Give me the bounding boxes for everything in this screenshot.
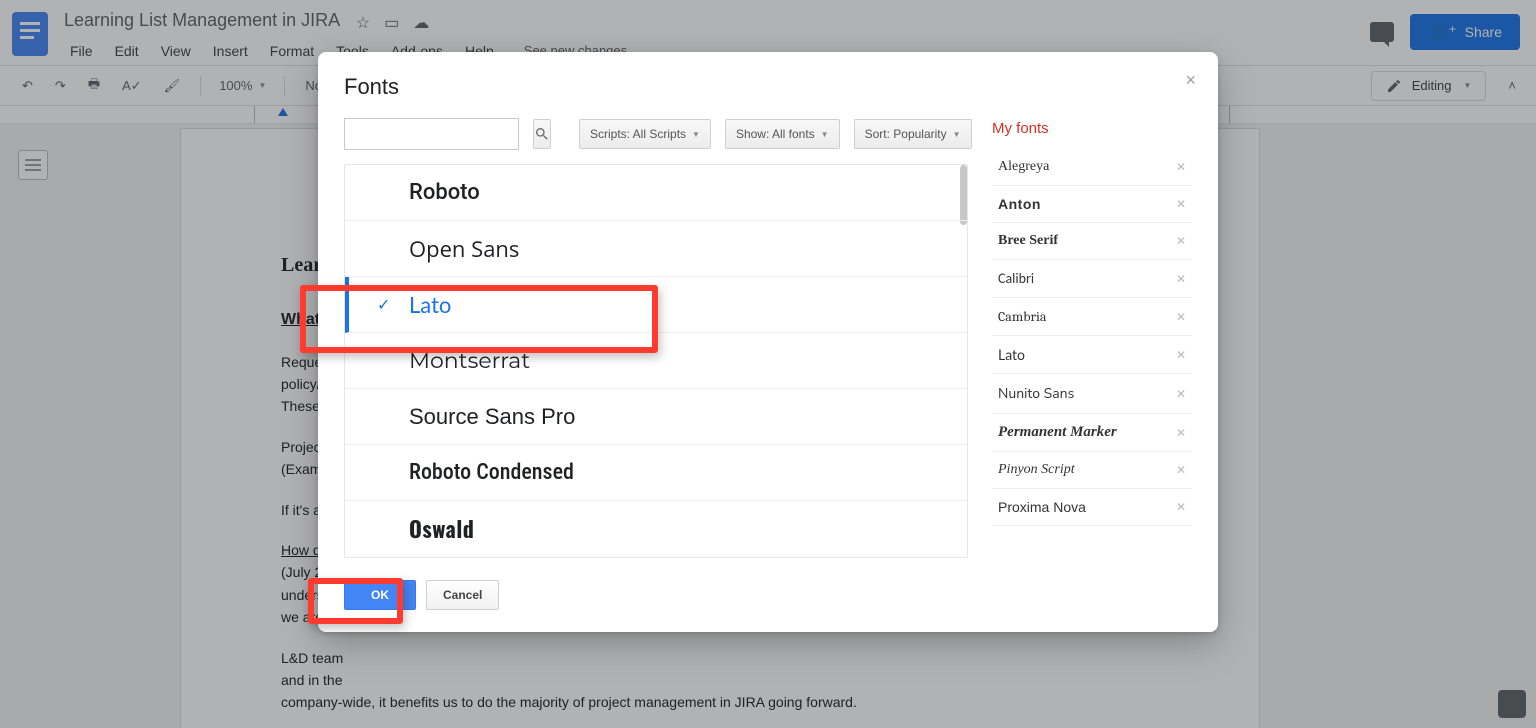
myfont-item[interactable]: Calibri ✕	[992, 260, 1192, 298]
myfont-label: Pinyon Script	[998, 462, 1075, 478]
font-option-label: Roboto	[409, 180, 480, 205]
show-filter-dropdown[interactable]: Show: All fonts ▼	[725, 119, 840, 149]
font-option[interactable]: Oswald	[345, 501, 967, 557]
myfont-item[interactable]: Proxima Nova ✕	[992, 489, 1192, 526]
remove-font-button[interactable]: ✕	[1176, 272, 1186, 286]
myfont-item[interactable]: Alegreya ✕	[992, 149, 1192, 186]
font-option-label: Open Sans	[409, 234, 519, 264]
remove-font-button[interactable]: ✕	[1176, 426, 1186, 440]
myfont-label: Bree Serif	[998, 233, 1058, 249]
dialog-title: Fonts	[344, 74, 1192, 100]
myfont-label: Cambria	[998, 308, 1047, 325]
myfont-label: Proxima Nova	[998, 499, 1086, 515]
chevron-down-icon: ▼	[953, 130, 961, 139]
show-filter-label: Show: All fonts	[736, 127, 815, 141]
myfont-item[interactable]: Lato ✕	[992, 336, 1192, 374]
myfont-item[interactable]: Permanent Marker ✕	[992, 414, 1192, 452]
remove-font-button[interactable]: ✕	[1176, 234, 1186, 248]
chevron-down-icon: ▼	[692, 130, 700, 139]
myfonts-list: Alegreya✕Anton✕Bree Serif✕Calibri✕Cambri…	[992, 149, 1192, 526]
scripts-filter-dropdown[interactable]: Scripts: All Scripts ▼	[579, 119, 711, 149]
remove-font-button[interactable]: ✕	[1176, 160, 1186, 174]
font-list[interactable]: Roboto Open Sans ✓ Lato Montserrat Source San…	[344, 164, 968, 558]
font-option-label: Lato	[409, 291, 451, 318]
myfont-label: Alegreya	[998, 159, 1049, 175]
remove-font-button[interactable]: ✕	[1176, 387, 1186, 401]
close-button[interactable]: ×	[1185, 70, 1196, 91]
remove-font-button[interactable]: ✕	[1176, 500, 1186, 514]
search-icon	[534, 126, 550, 142]
scripts-filter-label: Scripts: All Scripts	[590, 127, 686, 141]
myfont-label: Lato	[998, 346, 1025, 363]
font-option[interactable]: Roboto	[345, 165, 967, 221]
myfont-label: Nunito Sans	[998, 384, 1074, 403]
chevron-down-icon: ▼	[821, 130, 829, 139]
myfont-label: Permanent Marker	[998, 424, 1117, 441]
remove-font-button[interactable]: ✕	[1176, 348, 1186, 362]
font-option-label: Montserrat	[409, 347, 530, 374]
myfont-item[interactable]: Pinyon Script ✕	[992, 452, 1192, 489]
myfont-label: Anton	[998, 196, 1041, 212]
search-button[interactable]	[533, 119, 551, 149]
modal-overlay[interactable]: Fonts × Scripts: All Scripts ▼ Show: All	[0, 0, 1536, 728]
font-search-input[interactable]	[344, 118, 519, 150]
font-option[interactable]: Roboto Condensed	[345, 445, 967, 501]
myfonts-heading: My fonts	[992, 120, 1192, 137]
font-option[interactable]: Source Sans Pro	[345, 389, 967, 445]
remove-font-button[interactable]: ✕	[1176, 197, 1186, 211]
font-option[interactable]: ✓ Lato	[345, 277, 967, 333]
font-option[interactable]: Montserrat	[345, 333, 967, 389]
myfont-item[interactable]: Nunito Sans ✕	[992, 374, 1192, 414]
cancel-button[interactable]: Cancel	[426, 580, 499, 610]
sort-filter-label: Sort: Popularity	[865, 127, 947, 141]
sort-filter-dropdown[interactable]: Sort: Popularity ▼	[854, 119, 972, 149]
ok-button[interactable]: OK	[344, 580, 416, 610]
myfont-item[interactable]: Anton ✕	[992, 186, 1192, 223]
myfont-item[interactable]: Cambria ✕	[992, 298, 1192, 336]
font-option-label: Source Sans Pro	[409, 404, 575, 430]
font-option-label: Roboto Condensed	[409, 460, 574, 485]
fonts-dialog: Fonts × Scripts: All Scripts ▼ Show: All	[318, 52, 1218, 632]
myfont-item[interactable]: Bree Serif ✕	[992, 223, 1192, 260]
font-option-label: Oswald	[409, 513, 474, 545]
font-option[interactable]: Open Sans	[345, 221, 967, 277]
remove-font-button[interactable]: ✕	[1176, 463, 1186, 477]
remove-font-button[interactable]: ✕	[1176, 310, 1186, 324]
check-icon: ✓	[377, 295, 390, 314]
myfont-label: Calibri	[998, 270, 1034, 287]
